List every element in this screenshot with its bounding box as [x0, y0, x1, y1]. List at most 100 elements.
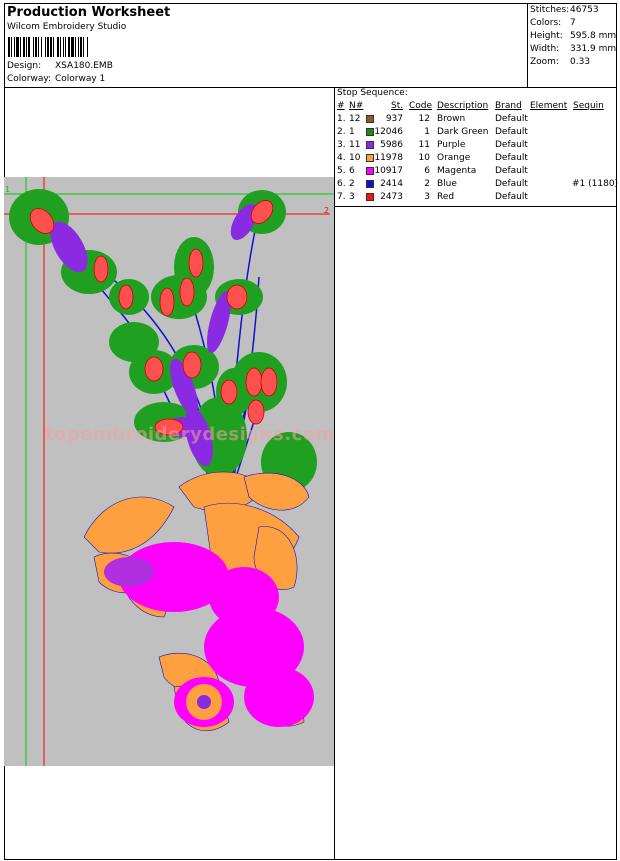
row-cell-num: 5. [337, 166, 346, 176]
barcode-bar [65, 37, 66, 57]
row-cell-desc: Red [437, 192, 455, 202]
row-cell-st: 937 [385, 114, 403, 124]
barcode-bar [20, 37, 21, 57]
row-cell-st: 10917 [374, 166, 403, 176]
row-cell-code: 2 [424, 179, 430, 189]
barcode-bar [87, 37, 88, 57]
barcode-bar [45, 37, 46, 57]
col-header-needle: N# [349, 101, 364, 111]
row-cell-code: 11 [418, 140, 430, 150]
thread-color-swatch [366, 141, 374, 149]
barcode-bar [8, 37, 10, 57]
row-cell-desc: Brown [437, 114, 466, 124]
barcode-bar [75, 37, 76, 57]
col-header-sequin: Sequin [573, 101, 604, 111]
height-value: 595.8 mm [570, 31, 617, 41]
thread-color-swatch [366, 115, 374, 123]
barcode-bar [35, 37, 37, 57]
row-cell-code: 10 [418, 153, 430, 163]
row-cell-st: 11978 [374, 153, 403, 163]
barcode-bar [38, 37, 39, 57]
col-header-index: # [337, 101, 345, 111]
row-cell-code: 3 [424, 192, 430, 202]
stitches-value: 46753 [570, 5, 599, 15]
barcode-bar [41, 37, 42, 57]
stitches-label: Stitches: [530, 5, 570, 15]
stats-divider [527, 3, 528, 88]
row-cell-sequin: #1 (1180) [572, 179, 619, 189]
barcode-bar [63, 37, 64, 57]
width-label: Width: [530, 44, 560, 54]
orange-flower [186, 684, 222, 720]
row-cell-n: 2 [349, 179, 355, 189]
col-header-description: Description [437, 101, 489, 111]
guide-label-2: 2 [324, 206, 329, 215]
design-value: XSA180.EMB [55, 61, 113, 71]
row-cell-st: 2473 [380, 192, 403, 202]
row-cell-desc: Orange [437, 153, 471, 163]
watermark-text: topembroiderydesigns.com [45, 424, 335, 445]
embroidery-design: 2 1 [4, 177, 334, 766]
row-cell-num: 3. [337, 140, 346, 150]
barcode-bar [80, 37, 82, 57]
col-header-brand: Brand [495, 101, 522, 111]
thread-color-swatch [366, 180, 374, 188]
row-cell-code: 12 [418, 114, 430, 124]
row-cell-brand: Default [495, 153, 528, 163]
colors-label: Colors: [530, 18, 562, 28]
thread-color-swatch [366, 167, 374, 175]
panel-divider [334, 87, 335, 860]
barcode-bar [33, 37, 34, 57]
barcode-bar [23, 37, 25, 57]
barcode-bar [83, 37, 84, 57]
barcode-bar [26, 37, 27, 57]
row-cell-desc: Blue [437, 179, 457, 189]
barcode-bar [11, 37, 12, 57]
row-cell-num: 2. [337, 127, 346, 137]
row-cell-n: 10 [349, 153, 361, 163]
barcode-bar [28, 37, 30, 57]
design-label: Design: [7, 61, 42, 71]
row-cell-num: 6. [337, 179, 346, 189]
row-cell-st: 12046 [374, 127, 403, 137]
software-name: Wilcom Embroidery Studio [7, 22, 127, 32]
col-header-element: Element [530, 101, 568, 111]
width-value: 331.9 mm [570, 44, 617, 54]
row-cell-n: 1 [349, 127, 355, 137]
colorway-label: Colorway: [7, 74, 52, 84]
row-cell-st: 5986 [380, 140, 403, 150]
row-cell-n: 6 [349, 166, 355, 176]
col-header-stitches: St. [391, 101, 404, 111]
barcode-bar [14, 37, 15, 57]
colorway-value: Colorway 1 [55, 74, 106, 84]
row-cell-brand: Default [495, 166, 528, 176]
zoom-value: 0.33 [570, 57, 591, 67]
barcode-bar [50, 37, 52, 57]
row-cell-brand: Default [495, 140, 528, 150]
barcode-bar [71, 37, 74, 57]
row-cell-num: 1. [337, 114, 346, 124]
thread-color-swatch [366, 193, 374, 201]
row-cell-st: 2414 [380, 179, 403, 189]
page-title: Production Worksheet [7, 5, 171, 20]
stop-sequence-title: Stop Sequence: [337, 88, 408, 98]
barcode-bar [16, 37, 19, 57]
row-cell-code: 6 [424, 166, 430, 176]
row-cell-num: 4. [337, 153, 346, 163]
thread-color-swatch [366, 128, 374, 136]
row-cell-desc: Magenta [437, 166, 477, 176]
barcode [8, 37, 88, 57]
header-divider [4, 87, 617, 88]
barcode-bar [57, 37, 59, 57]
row-cell-desc: Dark Green [437, 127, 489, 137]
row-cell-n: 3 [349, 192, 355, 202]
height-label: Height: [530, 31, 563, 41]
row-cell-num: 7. [337, 192, 346, 202]
col-header-code: Code [409, 101, 433, 111]
row-cell-desc: Purple [437, 140, 466, 150]
row-cell-brand: Default [495, 192, 528, 202]
row-cell-brand: Default [495, 179, 528, 189]
colors-value: 7 [570, 18, 576, 28]
thread-color-swatch [366, 154, 374, 162]
stop-sequence-divider [334, 206, 617, 207]
